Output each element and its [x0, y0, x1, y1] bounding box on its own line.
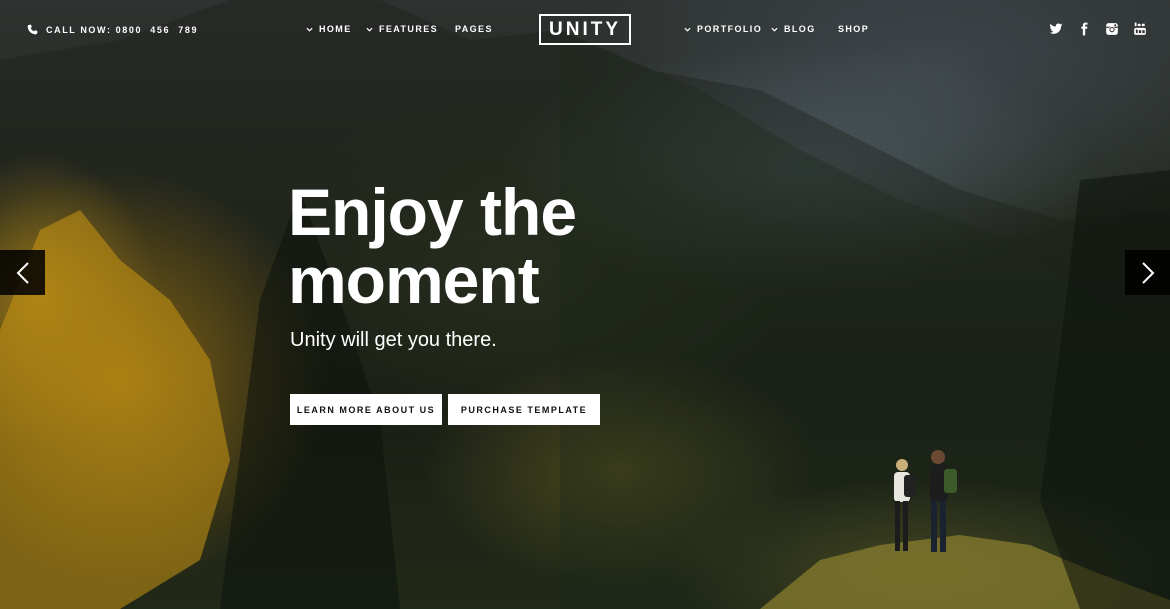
top-navigation-bar: CALL NOW: 0800 456 789 HOME FEATURES PAG…	[0, 0, 1170, 58]
background-landscape	[0, 0, 1170, 609]
phone-contact[interactable]: CALL NOW: 0800 456 789	[27, 24, 198, 35]
nav-portfolio-label: PORTFOLIO	[697, 24, 763, 34]
chevron-down-icon	[684, 27, 691, 32]
phone-icon	[27, 24, 38, 35]
hero-headline: Enjoy the moment	[288, 175, 577, 317]
headline-line-1: Enjoy the	[288, 175, 577, 249]
site-logo[interactable]: UNITY	[539, 14, 631, 45]
nav-blog-label: BLOG	[784, 24, 816, 34]
chevron-left-icon	[16, 261, 29, 284]
nav-blog[interactable]: BLOG	[771, 24, 816, 34]
hero-slide: CALL NOW: 0800 456 789 HOME FEATURES PAG…	[0, 0, 1170, 609]
twitter-link[interactable]	[1049, 22, 1063, 36]
hero-subheading: Unity will get you there.	[290, 329, 497, 351]
headline-line-2: moment	[288, 243, 540, 317]
nav-pages-label: PAGES	[455, 24, 493, 34]
nav-pages[interactable]: PAGES	[455, 24, 493, 34]
hikers-image	[894, 450, 957, 552]
youtube-icon	[1134, 22, 1146, 35]
facebook-icon	[1081, 22, 1088, 36]
purchase-template-button[interactable]: PURCHASE TEMPLATE	[448, 394, 600, 425]
nav-features-label: FEATURES	[379, 24, 439, 34]
instagram-link[interactable]	[1105, 22, 1119, 36]
nav-home[interactable]: HOME	[306, 24, 352, 34]
logo-text: UNITY	[549, 18, 621, 40]
instagram-icon	[1106, 23, 1118, 35]
nav-features[interactable]: FEATURES	[366, 24, 438, 34]
phone-number: CALL NOW: 0800 456 789	[46, 24, 199, 35]
chevron-down-icon	[771, 27, 778, 32]
learn-more-button[interactable]: LEARN MORE ABOUT US	[290, 394, 442, 425]
chevron-down-icon	[366, 27, 373, 32]
twitter-icon	[1049, 23, 1063, 34]
slider-next-button[interactable]	[1125, 250, 1170, 295]
nav-shop[interactable]: SHOP	[838, 24, 869, 34]
nav-portfolio[interactable]: PORTFOLIO	[684, 24, 762, 34]
nav-home-label: HOME	[319, 24, 352, 34]
slider-prev-button[interactable]	[0, 250, 45, 295]
chevron-down-icon	[306, 27, 313, 32]
nav-shop-label: SHOP	[838, 24, 870, 34]
chevron-right-icon	[1141, 261, 1154, 284]
facebook-link[interactable]	[1077, 22, 1091, 36]
youtube-link[interactable]	[1133, 22, 1147, 36]
